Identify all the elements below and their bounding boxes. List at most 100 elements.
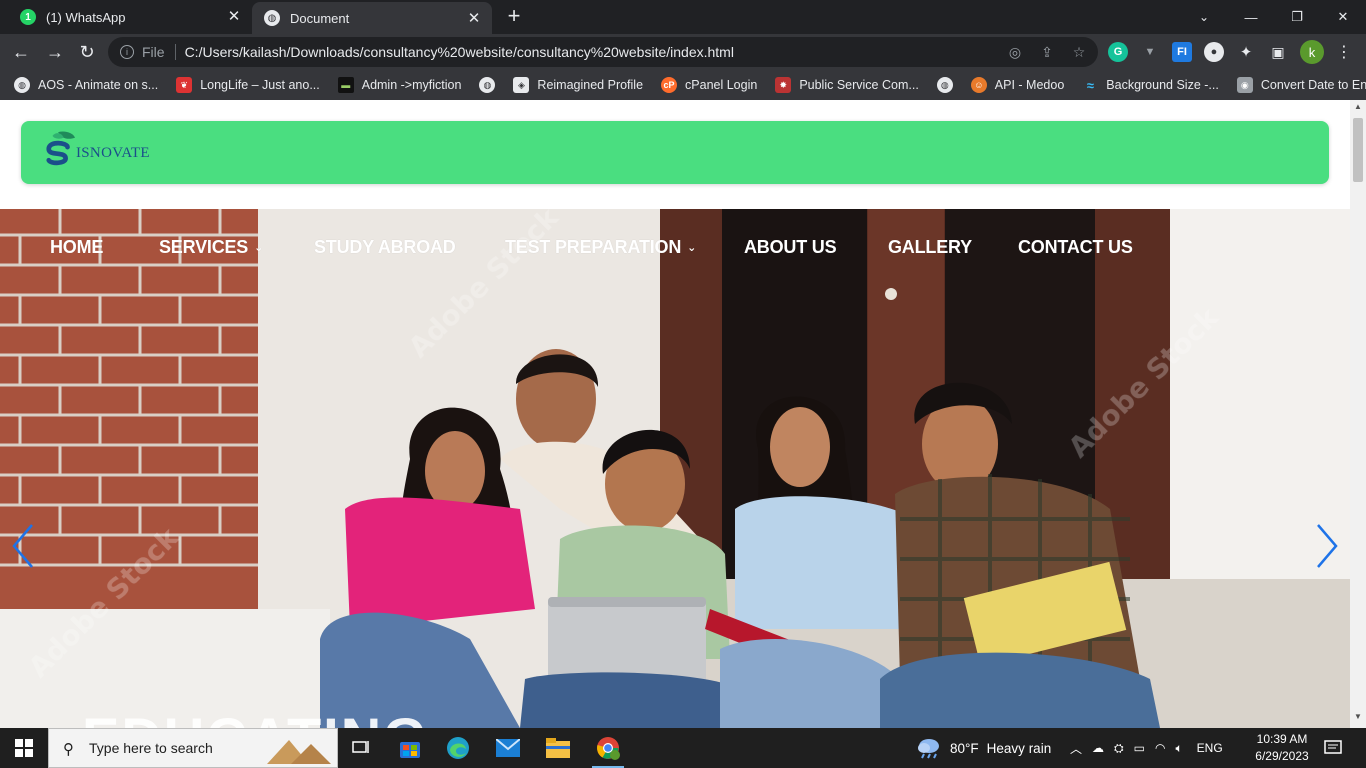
windows-logo-icon [15,739,33,757]
page-viewport: ISNOVATE Adobe Stock Adobe Stock Adobe S… [0,100,1350,728]
tab-whatsapp[interactable]: 1 (1) WhatsApp ✕ [8,0,252,34]
chrome-taskbar-icon[interactable] [584,728,632,768]
forward-button[interactable]: → [42,39,68,65]
bookmark-item[interactable]: ◈ Reimagined Profile [513,77,643,93]
nav-gallery[interactable]: GALLERY [888,237,1018,258]
close-window-button[interactable]: ✕ [1320,0,1366,34]
bookmark-item[interactable]: ☺ API - Medoo [970,77,1065,93]
globe-icon: ◍ [14,77,30,93]
tab-strip: 1 (1) WhatsApp ✕ ◍ Document ✕ + ⌄ — ❐ ✕ [0,0,1366,34]
notifications-icon[interactable] [1320,736,1346,760]
vue-extension-icon[interactable]: ▼ [1140,42,1160,62]
flame-icon: ❦ [176,77,193,93]
microsoft-store-icon[interactable] [386,728,434,768]
page-scrollbar[interactable]: ▲ ▼ [1350,100,1366,728]
bookmark-item[interactable]: ◉ Convert Date to En... [1236,77,1366,93]
nav-about-us[interactable]: ABOUT US [744,237,888,258]
nav-label: STUDY ABROAD [314,237,456,257]
scrollbar-thumb[interactable] [1353,118,1363,182]
nav-label: ABOUT US [744,237,837,257]
bookmark-item[interactable]: cP cPanel Login [661,77,757,93]
tab-document[interactable]: ◍ Document ✕ [252,2,492,34]
bookmark-item[interactable]: ❦ LongLife – Just ano... [176,77,320,93]
taskbar-clock[interactable]: 10:39 AM 6/29/2023 [1250,731,1314,765]
address-bar[interactable]: i File C:/Users/kailash/Downloads/consul… [108,37,1098,67]
tab-title: Document [290,10,350,26]
hero-carousel: Adobe Stock Adobe Stock Adobe Stock HOME… [0,209,1350,728]
carousel-next-arrow-icon[interactable] [1312,521,1342,571]
eye-off-icon[interactable]: ◎ [1006,43,1024,61]
task-view-icon[interactable] [338,728,386,768]
restore-button[interactable]: ❐ [1274,0,1320,34]
bookmark-item[interactable]: ✸ Public Service Com... [775,77,919,93]
bookmark-item[interactable]: ≈ Background Size -... [1082,77,1219,93]
bookmark-item[interactable]: ▬ Admin ->myfiction [337,77,462,93]
globe-icon: ◍ [936,77,953,93]
weather-widget[interactable]: 80°F Heavy rain [916,728,1051,768]
scroll-down-icon[interactable]: ▼ [1350,712,1366,726]
scroll-up-icon[interactable]: ▲ [1350,102,1366,116]
bookmark-item[interactable]: ◍ [479,77,496,93]
nav-contact-us[interactable]: CONTACT US [1018,237,1133,258]
windows-taskbar: ⚲ Type here to search 80°F Heavy rain ︿ … [0,728,1366,768]
pyramids-highlight-icon [267,740,331,764]
carousel-prev-arrow-icon[interactable] [8,521,38,571]
cpanel-icon: cP [661,77,678,93]
menu-kebab-icon[interactable]: ⋮ [1334,40,1354,64]
nav-test-preparation[interactable]: TEST PREPARATION ⌄ [505,237,744,258]
side-panel-icon[interactable]: ▣ [1268,42,1288,62]
wifi-icon[interactable]: ◠ [1155,741,1165,755]
chevron-up-icon[interactable]: ︿ [1070,740,1082,757]
globe-icon: ◍ [479,77,496,93]
url-text[interactable]: C:/Users/kailash/Downloads/consultancy%2… [185,44,734,60]
minimize-button[interactable]: — [1228,0,1274,34]
file-explorer-icon[interactable] [534,728,582,768]
tab-search-chevron-icon[interactable]: ⌄ [1192,5,1216,29]
hero-students-image: Adobe Stock Adobe Stock Adobe Stock [0,209,1350,728]
nav-home[interactable]: HOME [50,237,159,258]
medoo-icon: ☺ [970,77,987,93]
nav-label: GALLERY [888,237,972,257]
close-tab-icon[interactable]: ✕ [226,9,242,25]
taskbar-search-box[interactable]: ⚲ Type here to search [48,728,338,768]
bookmark-label: Admin ->myfiction [361,78,462,92]
nav-services[interactable]: SERVICES ⌄ [159,237,314,258]
info-icon[interactable]: i [120,45,134,59]
bookmark-item[interactable]: ◍ [936,77,953,93]
bookmark-item[interactable]: ◍ AOS - Animate on s... [14,77,158,93]
nav-label: CONTACT US [1018,237,1133,257]
device-icon[interactable]: ⛭ [1114,741,1124,756]
mail-icon[interactable] [484,728,532,768]
emblem-icon: ✸ [775,77,792,93]
onedrive-cloud-icon[interactable]: ☁ [1092,741,1104,755]
bookmark-label: AOS - Animate on s... [38,78,159,92]
back-button[interactable]: ← [8,39,34,65]
edge-browser-icon[interactable] [434,728,482,768]
bookmark-label: Reimagined Profile [537,78,644,92]
window-controls: — ❐ ✕ [1228,0,1366,34]
bookmarks-bar: ◍ AOS - Animate on s... ❦ LongLife – Just … [0,70,1366,100]
language-indicator[interactable]: ENG [1197,741,1223,755]
new-tab-button[interactable]: + [502,5,526,29]
share-icon[interactable]: ⇪ [1038,43,1056,61]
start-button[interactable] [0,728,48,768]
bookmark-label: API - Medoo [994,78,1065,92]
volume-icon[interactable]: 🔈︎ [1175,741,1182,756]
nav-study-abroad[interactable]: STUDY ABROAD [314,237,505,258]
hero-heading: EDUCATING [82,705,429,728]
site-header: ISNOVATE [21,121,1329,184]
divider [174,44,176,60]
circle-extension-icon[interactable]: ● [1204,42,1224,62]
bookmark-label: Background Size -... [1106,78,1219,92]
reload-button[interactable]: ↻ [74,39,100,65]
profile-avatar[interactable]: k [1300,40,1324,64]
weather-temp: 80°F [950,740,979,756]
site-logo[interactable]: ISNOVATE [45,129,150,169]
battery-icon[interactable]: ▭ [1134,741,1145,755]
extensions-puzzle-icon[interactable]: ✦ [1236,42,1256,62]
fi-extension-icon[interactable]: FI [1172,42,1192,62]
grammarly-extension-icon[interactable]: G [1108,42,1128,62]
bookmark-star-icon[interactable]: ☆ [1070,43,1088,61]
close-tab-icon[interactable]: ✕ [466,11,482,27]
bookmark-label: Public Service Com... [799,78,919,92]
